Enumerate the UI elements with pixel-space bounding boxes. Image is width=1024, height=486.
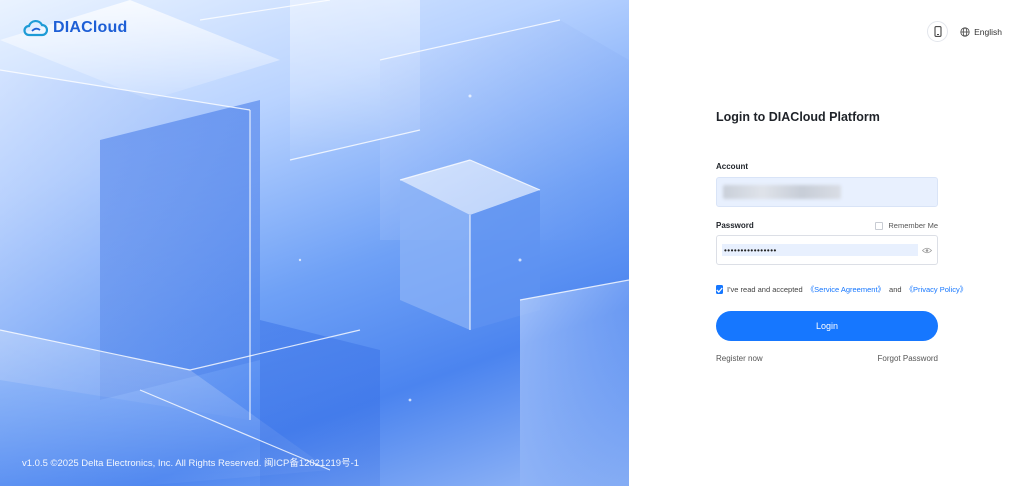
copyright-footer: v1.0.5 ©2025 Delta Electronics, Inc. All…: [22, 458, 360, 469]
password-input[interactable]: ••••••••••••••••: [716, 235, 938, 265]
language-selector[interactable]: English: [960, 27, 1002, 37]
brand-name: DIACloud: [53, 19, 128, 36]
mobile-app-button[interactable]: [927, 21, 949, 42]
agreement-checkbox[interactable]: [716, 285, 723, 294]
cloud-logo-icon: [23, 19, 48, 37]
agreement-row: I've read and accepted 《Service Agreemen…: [716, 284, 967, 295]
privacy-policy-link[interactable]: 《Privacy Policy》: [906, 284, 968, 295]
login-form: Login to DIACloud Platform Account Passw…: [716, 110, 967, 363]
globe-icon: [960, 26, 970, 37]
language-label: English: [974, 26, 1002, 37]
account-input[interactable]: [716, 177, 938, 207]
login-panel: English Login to DIACloud Platform Accou…: [629, 0, 1024, 486]
account-label: Account: [716, 162, 748, 171]
agreement-and: and: [889, 285, 902, 294]
password-value: ••••••••••••••••: [722, 244, 918, 256]
password-row: Password Remember Me: [716, 221, 938, 230]
mobile-phone-icon: [934, 26, 942, 37]
forgot-password-link[interactable]: Forgot Password: [878, 354, 938, 363]
remember-me-checkbox[interactable]: [875, 221, 884, 230]
login-button[interactable]: Login: [716, 311, 938, 341]
agreement-text: I've read and accepted: [727, 285, 803, 294]
blurred-account-value: [723, 185, 841, 199]
auth-links: Register now Forgot Password: [716, 354, 938, 363]
register-link[interactable]: Register now: [716, 354, 763, 363]
login-title: Login to DIACloud Platform: [716, 110, 880, 124]
checkmark-icon: [716, 287, 723, 293]
brand-logo: DIACloud: [22, 19, 127, 37]
top-controls: English: [927, 21, 1002, 42]
login-page: DIACloud v1.0.5 ©2025 Delta Electronics,…: [0, 0, 1024, 486]
password-label: Password: [716, 221, 754, 230]
eye-icon[interactable]: [922, 247, 932, 254]
remember-me[interactable]: Remember Me: [875, 221, 938, 230]
service-agreement-link[interactable]: 《Service Agreement》: [807, 284, 885, 295]
hero-illustration: DIACloud v1.0.5 ©2025 Delta Electronics,…: [0, 0, 629, 486]
city-blocks-illustration: [0, 0, 629, 486]
remember-me-label: Remember Me: [888, 221, 938, 230]
